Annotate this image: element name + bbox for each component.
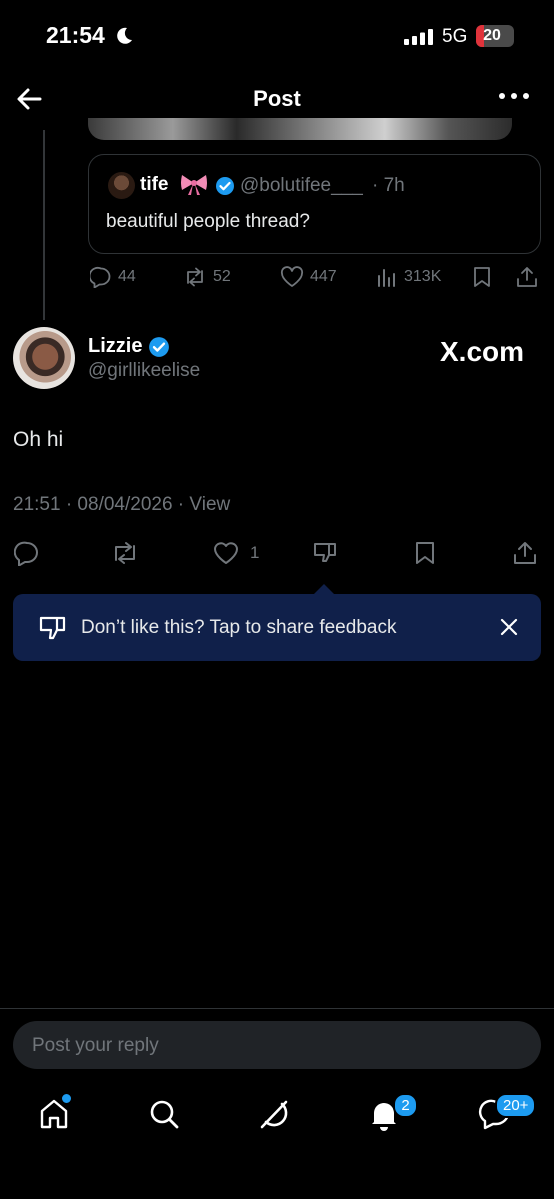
heart-icon bbox=[280, 266, 304, 288]
quoted-reply-button[interactable]: 44 bbox=[90, 266, 136, 288]
repost-count: 52 bbox=[213, 268, 231, 285]
like-count: 1 bbox=[250, 543, 260, 562]
quoted-author-name[interactable]: tife bbox=[140, 174, 169, 196]
reply-composer[interactable] bbox=[13, 1021, 541, 1071]
toast-pointer bbox=[314, 584, 334, 594]
notifications-badge: 2 bbox=[393, 1093, 418, 1118]
quoted-post-time: · 7h bbox=[372, 175, 405, 196]
quoted-share-button[interactable] bbox=[516, 266, 538, 288]
signal-icon bbox=[404, 29, 434, 45]
bookmark-button[interactable] bbox=[413, 540, 437, 566]
quoted-repost-button[interactable]: 52 bbox=[183, 266, 231, 288]
feedback-toast-text[interactable]: Don’t like this? Tap to share feedback bbox=[81, 617, 396, 639]
quoted-bookmark-button[interactable] bbox=[472, 266, 492, 288]
share-icon bbox=[512, 540, 538, 566]
tab-search[interactable] bbox=[144, 1094, 188, 1138]
verified-badge-icon bbox=[148, 336, 170, 358]
repost-icon bbox=[110, 540, 140, 566]
tab-grok[interactable] bbox=[254, 1094, 298, 1138]
repost-button[interactable] bbox=[110, 540, 140, 566]
quoted-like-button[interactable]: 447 bbox=[280, 266, 337, 288]
share-button[interactable] bbox=[512, 540, 538, 566]
reply-icon bbox=[14, 540, 40, 566]
repost-icon bbox=[183, 266, 207, 288]
network-type: 5G bbox=[442, 26, 468, 47]
author-name[interactable]: Lizzie bbox=[88, 335, 142, 358]
close-icon[interactable] bbox=[498, 616, 520, 638]
post-timestamp: 21:51 · 08/04/2026 · View bbox=[13, 494, 231, 515]
media-preview[interactable] bbox=[88, 118, 512, 140]
post-text: Oh hi bbox=[13, 428, 64, 451]
bow-emoji-icon bbox=[179, 172, 209, 196]
share-icon bbox=[516, 266, 538, 288]
bookmark-icon bbox=[472, 266, 492, 288]
like-button[interactable]: 1 bbox=[212, 540, 259, 566]
quoted-avatar[interactable] bbox=[108, 172, 135, 199]
quoted-post-card[interactable] bbox=[88, 154, 541, 254]
quoted-post-text: beautiful people thread? bbox=[106, 211, 310, 232]
quoted-author-handle[interactable]: @bolutifee___ bbox=[240, 175, 363, 197]
heart-icon bbox=[212, 540, 240, 566]
thread-connector bbox=[43, 130, 45, 320]
avatar[interactable] bbox=[13, 327, 75, 389]
reply-button[interactable] bbox=[14, 540, 40, 566]
battery-percentage: 20 bbox=[483, 27, 501, 44]
like-count: 447 bbox=[310, 268, 337, 285]
author-handle[interactable]: @girllikeelise bbox=[88, 360, 200, 382]
reply-input[interactable] bbox=[30, 1021, 514, 1071]
battery-icon: 20 bbox=[476, 25, 514, 47]
divider bbox=[0, 1008, 554, 1009]
thumbs-down-icon bbox=[312, 540, 338, 566]
messages-badge: 20+ bbox=[495, 1093, 537, 1118]
x-com-watermark: X.com bbox=[440, 336, 525, 367]
more-options-icon[interactable] bbox=[496, 90, 536, 108]
views-icon bbox=[376, 266, 398, 288]
thumbs-down-icon bbox=[38, 615, 68, 643]
home-new-indicator bbox=[61, 1093, 72, 1104]
dislike-button[interactable] bbox=[312, 540, 338, 566]
quoted-views-button[interactable]: 313K bbox=[376, 266, 441, 288]
reply-count: 44 bbox=[118, 268, 136, 285]
views-count: 313K bbox=[404, 268, 442, 285]
reply-icon bbox=[90, 266, 112, 288]
page-title: Post bbox=[253, 86, 301, 111]
status-time: 21:54 bbox=[46, 22, 105, 48]
moon-icon bbox=[114, 26, 134, 46]
bookmark-icon bbox=[413, 540, 437, 566]
verified-badge-icon bbox=[215, 176, 235, 196]
